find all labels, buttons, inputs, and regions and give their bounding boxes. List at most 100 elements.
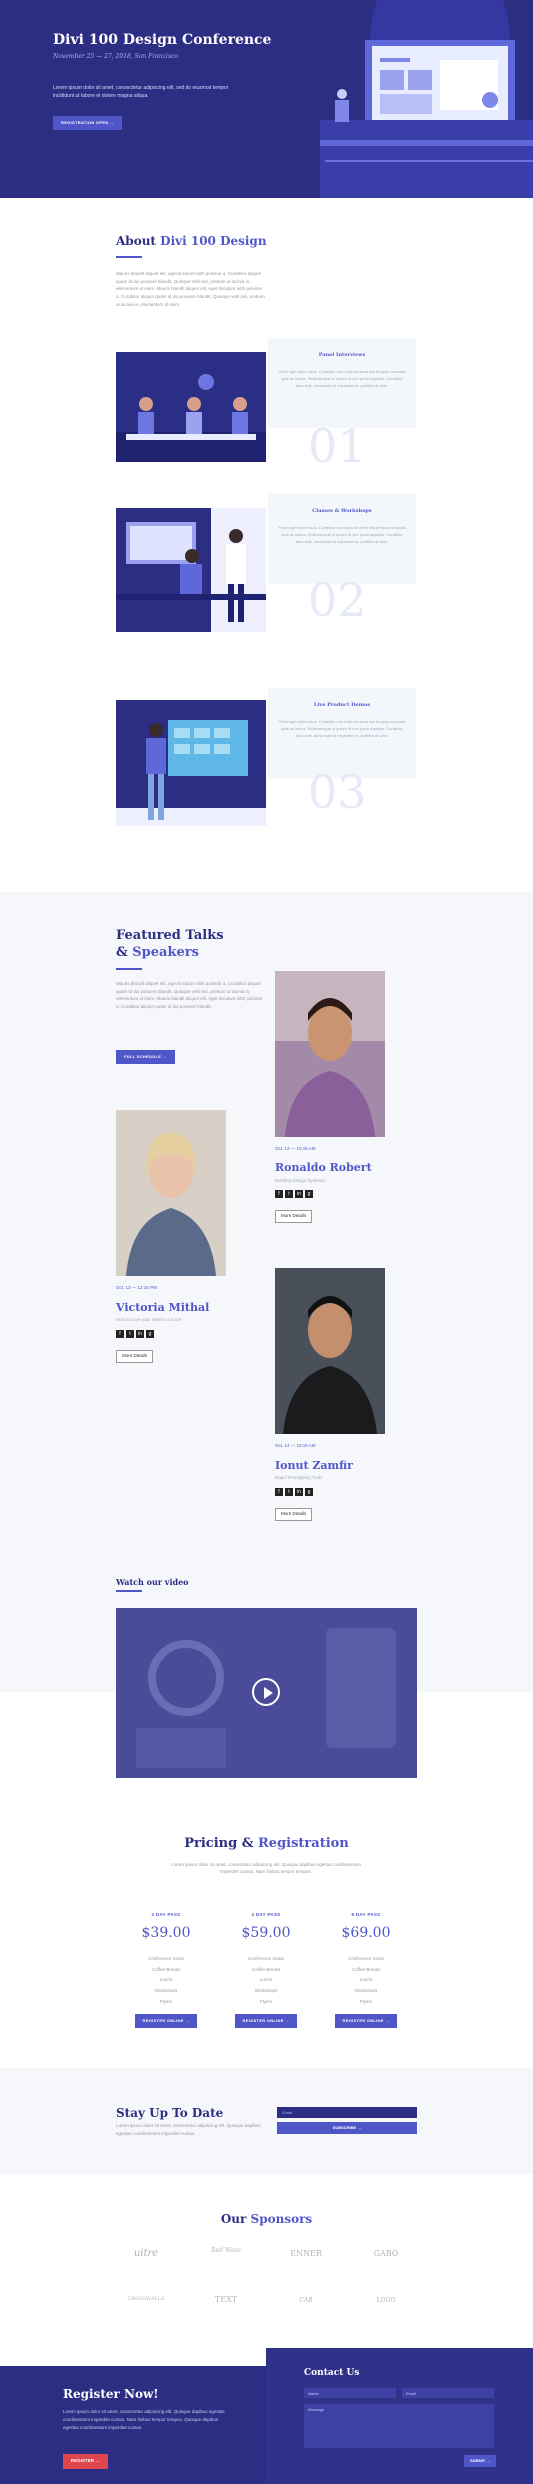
pricing-title: Pricing & Registration <box>0 1834 533 1854</box>
more-details-button-ionut[interactable]: More Details <box>275 1508 313 1521</box>
sponsor-logo: CROSSWALLS <box>127 2296 165 2302</box>
speakers-title: Featured Talks & Speakers <box>116 928 224 962</box>
plan-price-2: $59.00 <box>241 1924 291 1941</box>
about-title-prefix: About <box>116 234 156 248</box>
feature-title-1: Panel Interviews <box>318 352 366 358</box>
twitter-icon[interactable]: t <box>285 1488 293 1496</box>
sponsor-logo: LOGO <box>376 2297 396 2304</box>
speaker-date-ronaldo: Oct. 12 — 10:15 AM <box>275 1146 316 1151</box>
about-text: Mauris blandit aliquet elit, eget tincid… <box>116 271 265 307</box>
plan-feature: Coffee Breaks <box>251 1966 281 1972</box>
facebook-icon[interactable]: f <box>275 1488 283 1496</box>
plan-feature: Workshops <box>254 1988 278 1994</box>
newsletter-section <box>0 2068 533 2174</box>
plan-feature: Coffee Breaks <box>351 1966 381 1972</box>
sponsor-logo: GABO <box>373 2249 399 2258</box>
speaker-name-ronaldo: Ronaldo Robert <box>275 1161 372 1174</box>
newsletter-email-input[interactable]: Email <box>277 2107 417 2118</box>
plan-name-2: 4 DAY PASS <box>251 1912 281 1917</box>
register-button[interactable]: REGISTER → <box>63 2454 108 2469</box>
pricing-title-accent: Registration <box>258 1836 349 1851</box>
contact-message-input[interactable]: Message <box>304 2404 494 2448</box>
register-title: Register Now! <box>63 2387 159 2401</box>
google-plus-icon[interactable]: g <box>305 1190 313 1198</box>
facebook-icon[interactable]: f <box>116 1330 124 1338</box>
speaker-name-ionut: Ionut Zamfir <box>275 1459 353 1472</box>
feature-text-1: Proin eget tortor risus. Curabitur non n… <box>278 368 406 388</box>
hero-title: Divi 100 Design Conference <box>53 32 272 48</box>
contact-email-input[interactable]: Email <box>402 2388 494 2398</box>
plan-feature: Conference Seats <box>347 1955 385 1961</box>
plan-feature: Conference Seats <box>147 1955 185 1961</box>
feature-text-2: Proin eget tortor risus. Curabitur non n… <box>278 524 406 544</box>
about-title-accent: Divi 100 Design <box>160 234 267 248</box>
video-rule <box>116 1590 142 1592</box>
contact-name-input[interactable]: Name <box>304 2388 396 2398</box>
more-details-button-ronaldo[interactable]: More Details <box>275 1210 313 1223</box>
speaker-role-ronaldo: Building Design Systems <box>275 1178 325 1183</box>
sponsors-title: Our Sponsors <box>0 2210 533 2228</box>
plan-card-2: 4 DAY PASS $59.00 Conference Seats Coffe… <box>226 1912 306 2028</box>
speaker-social-ionut: f t in g <box>275 1488 313 1496</box>
speakers-section <box>0 892 533 1692</box>
plan-feature: Conference Seats <box>247 1955 285 1961</box>
feature-text-3: Proin eget tortor risus. Curabitur non n… <box>278 718 406 738</box>
sponsor-logo: ENNER <box>290 2249 322 2258</box>
registration-open-button[interactable]: REGISTRATION OPEN → <box>53 116 123 130</box>
newsletter-text: Lorem ipsum dolor sit amet, consectetur … <box>116 2123 261 2136</box>
speaker-role-ionut: Rapid Prototyping Tools <box>275 1475 323 1480</box>
linkedin-icon[interactable]: in <box>295 1488 303 1496</box>
google-plus-icon[interactable]: g <box>146 1330 154 1338</box>
speaker-role-victoria: How to Give your Team's a voice <box>116 1317 182 1322</box>
sponsors-title-accent: Sponsors <box>250 2212 313 2226</box>
play-icon[interactable] <box>252 1678 280 1706</box>
facebook-icon[interactable]: f <box>275 1190 283 1198</box>
plan-feature: Lunch <box>159 1977 173 1983</box>
plan-name-3: 6 DAY PASS <box>351 1912 381 1917</box>
plan-feature: Lunch <box>259 1977 273 1983</box>
contact-submit-button[interactable]: SUBMIT → <box>464 2455 497 2467</box>
speaker-date-victoria: Oct. 13 — 12:15 PM <box>116 1285 157 1290</box>
sponsors-title-prefix: Our <box>220 2212 247 2226</box>
linkedin-icon[interactable]: in <box>136 1330 144 1338</box>
speaker-social-victoria: f t in g <box>116 1330 154 1338</box>
plan-feature: Flyers <box>259 1998 273 2004</box>
subscribe-button[interactable]: SUBSCRIBE → <box>277 2122 417 2134</box>
pricing-subtitle: Lorem ipsum dolor sit amet, consectetur … <box>171 1862 361 1874</box>
panel-interviews-image <box>116 352 266 462</box>
speakers-title-amp: & <box>116 944 128 960</box>
more-details-button-victoria[interactable]: More Details <box>116 1350 154 1363</box>
linkedin-icon[interactable]: in <box>295 1190 303 1198</box>
sponsor-logo: CAB <box>299 2297 313 2304</box>
plan-feature: Coffee Breaks <box>151 1966 181 1972</box>
feature-number-2: 02 <box>308 573 367 627</box>
plan-feature: Lunch <box>359 1977 373 1983</box>
speaker-photo-ronaldo <box>275 971 385 1137</box>
full-schedule-button[interactable]: FULL SCHEDULE → <box>116 1050 175 1064</box>
twitter-icon[interactable]: t <box>126 1330 134 1338</box>
feature-title-2: Classes & Workshops <box>312 508 372 514</box>
speaker-social-ronaldo: f t in g <box>275 1190 313 1198</box>
speakers-rule <box>116 968 142 970</box>
plan-name-1: 2 DAY PASS <box>151 1912 181 1917</box>
google-plus-icon[interactable]: g <box>305 1488 313 1496</box>
plan-feature: Workshops <box>354 1988 378 1994</box>
register-online-button-1[interactable]: REGISTER ONLINE → <box>134 2013 198 2028</box>
speakers-title-line1: Featured Talks <box>116 928 224 943</box>
sponsor-logo: Red Wave <box>211 2247 241 2254</box>
plan-card-1: 2 DAY PASS $39.00 Conference Seats Coffe… <box>126 1912 206 2028</box>
newsletter-title: Stay Up To Date <box>116 2106 224 2120</box>
video-player[interactable] <box>116 1608 417 1778</box>
about-rule <box>116 256 142 258</box>
about-title: About Divi 100 Design <box>116 232 267 250</box>
feature-number-1: 01 <box>308 419 367 473</box>
plan-feature: Flyers <box>159 1998 173 2004</box>
speaker-name-victoria: Victoria Mithal <box>116 1301 210 1314</box>
speakers-text: Mauris blandit aliquet elit, eget tincid… <box>116 981 263 1009</box>
feature-number-3: 03 <box>308 765 367 819</box>
register-online-button-2[interactable]: REGISTER ONLINE → <box>234 2013 298 2028</box>
live-product-demos-image <box>116 700 266 826</box>
register-online-button-3[interactable]: REGISTER ONLINE → <box>334 2013 398 2028</box>
sponsor-logo: uitre <box>133 2248 159 2259</box>
twitter-icon[interactable]: t <box>285 1190 293 1198</box>
